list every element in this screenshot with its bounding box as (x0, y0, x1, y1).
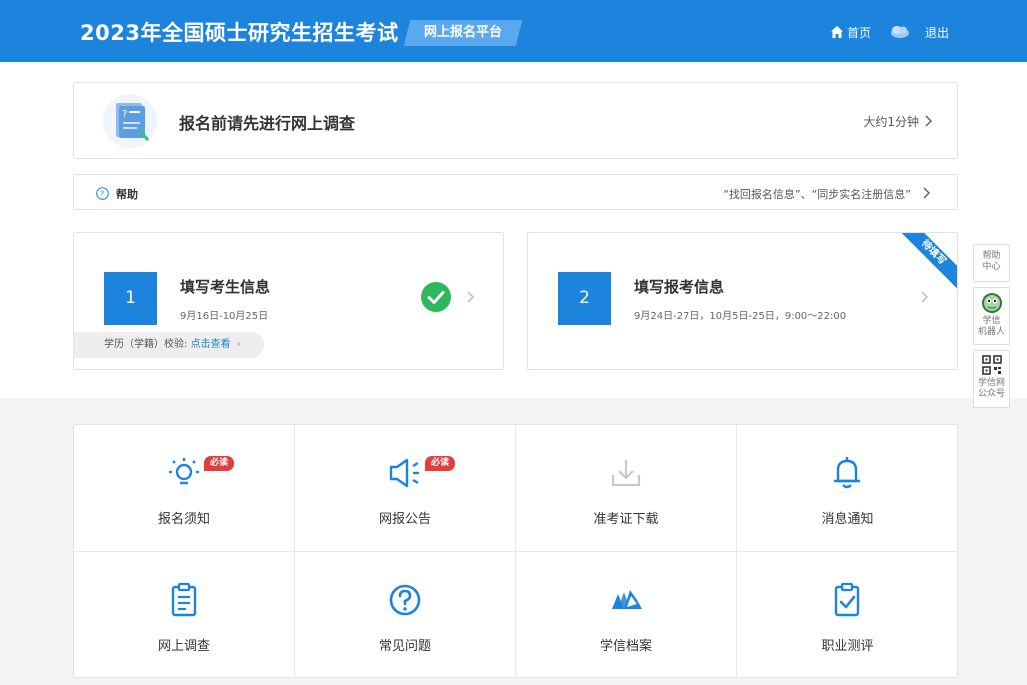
side-label: 学信 (982, 316, 1001, 326)
step-number: 2 (558, 272, 611, 325)
must-read-badge: 必读 (204, 456, 234, 471)
side-label: 公众号 (977, 389, 1005, 399)
grid-item-label: 网上调查 (157, 639, 210, 654)
side-label: 学信网 (977, 378, 1005, 388)
top-header: 2023年全国硕士研究生招生考试 网上报名平台 首页 退出 (0, 0, 1027, 62)
grid-item-label: 消息通知 (821, 512, 874, 527)
svg-text:?: ? (122, 109, 127, 120)
chevron-right-icon (925, 115, 933, 127)
archive-icon (612, 590, 642, 609)
help-label: 帮助 (116, 188, 138, 201)
help-links[interactable]: “找回报名信息”、“同步实名注册信息” (723, 186, 911, 202)
download-icon (611, 460, 641, 487)
chevron-right-icon (467, 291, 475, 303)
chevron-right-icon: › (233, 339, 241, 350)
grid-item-label: 网报公告 (378, 512, 431, 527)
grid-item-registration-notice[interactable]: 必读 报名须知 (74, 425, 295, 552)
survey-duration: 大约1分钟 (863, 115, 919, 129)
grid-item-announcement[interactable]: 必读 网报公告 (295, 425, 516, 552)
side-wechat[interactable]: 学信网 公众号 (973, 350, 1010, 408)
side-label: 机器人 (977, 327, 1005, 337)
robot-icon (981, 293, 1002, 313)
grid-item-admission-ticket[interactable]: 准考证下载 (516, 425, 737, 552)
side-label: 中心 (982, 262, 1001, 272)
platform-tag: 网上报名平台 (403, 20, 523, 46)
help-bar[interactable]: ? 帮助 “找回报名信息”、“同步实名注册信息” (73, 174, 958, 210)
step-title: 填写考生信息 (180, 278, 271, 296)
bell-icon (834, 457, 860, 489)
clipboard-icon (171, 582, 197, 617)
function-grid: 必读 报名须知 必读 网报公告 准考证下载 消息通知 网上调查 常见问题 学信档… (73, 424, 958, 679)
side-help-center[interactable]: 帮助 中心 (973, 244, 1010, 282)
grid-item-online-survey[interactable]: 网上调查 (74, 552, 295, 679)
grid-item-chsi-archive[interactable]: 学信档案 (516, 552, 737, 679)
chevron-right-icon (921, 291, 929, 303)
cloud-avatar-icon (890, 26, 909, 38)
home-icon[interactable] (830, 25, 844, 39)
lightbulb-icon (169, 458, 199, 485)
education-verify-bar: 学历（学籍）校验: 点击查看 › (74, 332, 264, 358)
question-icon (389, 584, 421, 616)
side-robot[interactable]: 学信 机器人 (973, 287, 1010, 345)
grid-item-label: 报名须知 (157, 512, 210, 527)
page-title: 2023年全国硕士研究生招生考试 (80, 21, 399, 45)
verify-link[interactable]: 点击查看 (191, 339, 231, 350)
speaker-icon (389, 458, 419, 488)
help-question-icon: ? (96, 187, 109, 200)
grid-item-career-assessment[interactable]: 职业测评 (737, 552, 958, 679)
grid-item-label: 常见问题 (378, 639, 431, 654)
step-date: 9月24日-27日，10月5日-25日，9:00～22:00 (634, 311, 847, 322)
survey-title: 报名前请先进行网上调查 (179, 114, 356, 133)
chevron-right-icon (923, 187, 931, 199)
grid-item-label: 职业测评 (821, 639, 874, 654)
header-nav: 首页 退出 (830, 23, 949, 41)
survey-document-icon: ? (103, 94, 157, 148)
checklist-icon (834, 582, 860, 617)
grid-item-label: 准考证下载 (593, 512, 659, 527)
status-ribbon: 待填写 (891, 233, 957, 295)
verify-label: 学历（学籍）校验: (104, 339, 188, 350)
qr-code-icon (981, 355, 1002, 375)
step-card-1[interactable]: 1 填写考生信息 9月16日-10月25日 学历（学籍）校验: 点击查看 › (73, 232, 504, 370)
logout-link[interactable]: 退出 (925, 24, 949, 41)
grid-item-faq[interactable]: 常见问题 (295, 552, 516, 679)
survey-card[interactable]: ? 报名前请先进行网上调查 大约1分钟 (73, 82, 958, 159)
svg-text:?: ? (100, 190, 104, 199)
home-link[interactable]: 首页 (847, 24, 871, 41)
step-title: 填写报考信息 (634, 278, 725, 296)
must-read-badge: 必读 (425, 456, 455, 471)
step-date: 9月16日-10月25日 (180, 311, 269, 322)
step-card-2[interactable]: 2 填写报考信息 9月24日-27日，10月5日-25日，9:00～22:00 … (527, 232, 958, 370)
side-label: 帮助 (982, 251, 1001, 261)
step-number: 1 (104, 272, 157, 325)
completed-check-icon (421, 282, 451, 312)
grid-item-label: 学信档案 (599, 639, 652, 654)
grid-item-notifications[interactable]: 消息通知 (737, 425, 958, 552)
